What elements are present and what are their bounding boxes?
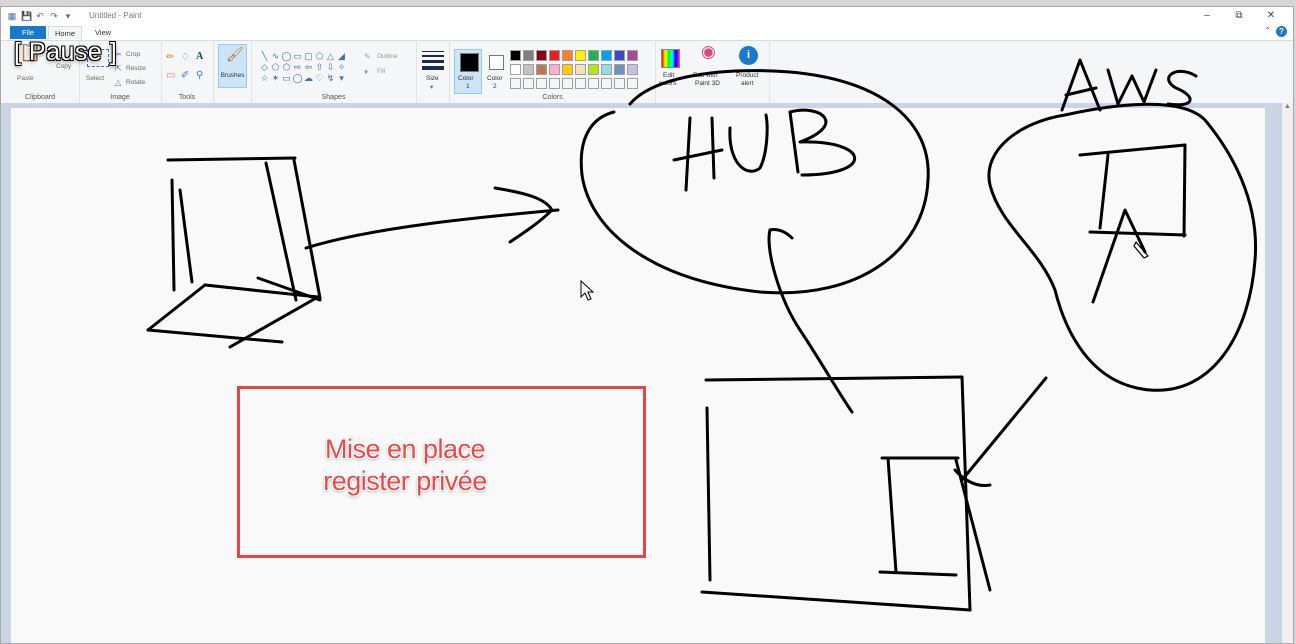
server-box-top bbox=[704, 375, 964, 382]
laptop-screen-left-2 bbox=[178, 188, 194, 284]
laptop-keyboard-left bbox=[146, 283, 207, 332]
freehand-drawing bbox=[146, 58, 1258, 612]
laptop-screen-top bbox=[166, 156, 297, 162]
hub-ellipse bbox=[579, 69, 930, 295]
annotation-line-2: register privée bbox=[323, 466, 487, 496]
inner-box-bottom bbox=[878, 570, 958, 577]
laptop-screen-right bbox=[264, 161, 298, 302]
laptop-keyboard-right bbox=[228, 295, 320, 349]
pause-overlay: [ Pause ] bbox=[14, 38, 118, 66]
arrowhead-top bbox=[493, 186, 554, 212]
aws-box-right bbox=[1182, 143, 1187, 238]
arrow-laptop-to-hub bbox=[304, 208, 560, 250]
aws-letters bbox=[1060, 58, 1198, 112]
laptop-screen-right-2 bbox=[292, 158, 322, 300]
annotation-text: Mise en place register privée bbox=[270, 433, 540, 497]
mouse-pointer-icon bbox=[580, 280, 594, 301]
line-hub-to-server bbox=[767, 228, 854, 414]
aws-box-top bbox=[1078, 143, 1187, 157]
laptop-keyboard-front bbox=[146, 328, 284, 344]
arrow-aws-to-server bbox=[960, 376, 1048, 482]
aws-cloud bbox=[987, 102, 1258, 392]
annotation-line-1: Mise en place bbox=[324, 434, 486, 464]
hub-letters bbox=[672, 108, 857, 192]
laptop-detail bbox=[256, 276, 322, 302]
laptop-hinge bbox=[203, 283, 320, 299]
aws-box-left bbox=[1098, 153, 1110, 230]
server-box-bottom bbox=[700, 590, 972, 612]
hub-tick bbox=[768, 228, 794, 240]
laptop-screen-left bbox=[170, 178, 176, 292]
server-box-left bbox=[705, 406, 712, 582]
inner-box-left bbox=[886, 456, 898, 574]
